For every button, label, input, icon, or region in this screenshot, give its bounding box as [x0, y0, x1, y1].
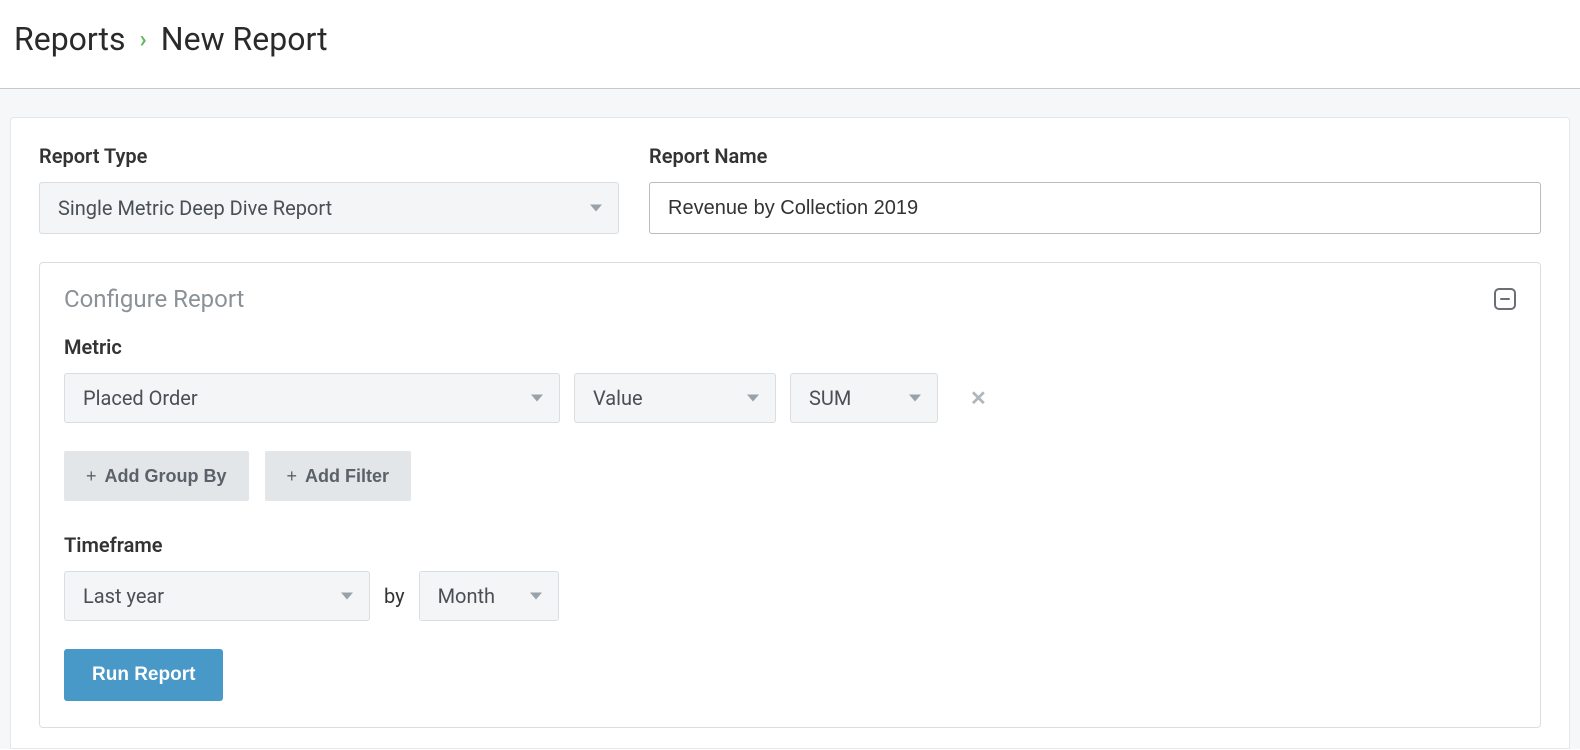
breadcrumb-root[interactable]: Reports	[14, 20, 126, 58]
top-row: Report Type Single Metric Deep Dive Repo…	[39, 144, 1541, 234]
configure-panel: Configure Report Metric Placed Order Val…	[39, 262, 1541, 728]
page-body: Report Type Single Metric Deep Dive Repo…	[0, 89, 1580, 749]
remove-metric-button[interactable]: ✕	[970, 386, 987, 410]
report-type-field: Report Type Single Metric Deep Dive Repo…	[39, 144, 619, 234]
add-group-by-button[interactable]: + Add Group By	[64, 451, 249, 501]
run-report-button[interactable]: Run Report	[64, 649, 223, 701]
report-card: Report Type Single Metric Deep Dive Repo…	[10, 117, 1570, 749]
metric-agg-value: SUM	[809, 386, 851, 410]
caret-down-icon	[909, 395, 921, 402]
metric-row: Placed Order Value SUM ✕	[64, 373, 1516, 423]
timeframe-interval-select[interactable]: Month	[419, 571, 559, 621]
report-name-label: Report Name	[649, 144, 1541, 168]
metric-event-value: Placed Order	[83, 386, 198, 410]
metric-property-value: Value	[593, 386, 643, 410]
close-icon: ✕	[970, 386, 987, 410]
breadcrumb: Reports › New Report	[14, 20, 1566, 58]
report-type-value: Single Metric Deep Dive Report	[58, 196, 332, 220]
report-name-field: Report Name	[649, 144, 1541, 234]
panel-title: Configure Report	[64, 285, 244, 313]
add-filter-button[interactable]: + Add Filter	[265, 451, 412, 501]
minus-icon	[1500, 298, 1510, 300]
report-type-label: Report Type	[39, 144, 619, 168]
collapse-button[interactable]	[1494, 288, 1516, 310]
timeframe-interval-value: Month	[438, 584, 495, 608]
metric-label: Metric	[64, 335, 1516, 359]
chevron-right-icon: ›	[140, 25, 147, 53]
metric-action-buttons: + Add Group By + Add Filter	[64, 451, 1516, 501]
add-filter-label: Add Filter	[305, 466, 389, 487]
metric-event-select[interactable]: Placed Order	[64, 373, 560, 423]
timeframe-row: Last year by Month	[64, 571, 1516, 621]
plus-icon: +	[86, 466, 97, 487]
add-group-by-label: Add Group By	[105, 466, 227, 487]
caret-down-icon	[531, 395, 543, 402]
timeframe-label: Timeframe	[64, 533, 1516, 557]
report-type-select[interactable]: Single Metric Deep Dive Report	[39, 182, 619, 234]
timeframe-range-select[interactable]: Last year	[64, 571, 370, 621]
metric-agg-select[interactable]: SUM	[790, 373, 938, 423]
caret-down-icon	[341, 593, 353, 600]
page-header: Reports › New Report	[0, 0, 1580, 88]
metric-property-select[interactable]: Value	[574, 373, 776, 423]
caret-down-icon	[590, 205, 602, 212]
caret-down-icon	[747, 395, 759, 402]
by-text: by	[384, 584, 405, 608]
report-name-input[interactable]	[649, 182, 1541, 234]
breadcrumb-current: New Report	[161, 20, 328, 58]
caret-down-icon	[530, 593, 542, 600]
panel-header: Configure Report	[64, 285, 1516, 313]
plus-icon: +	[287, 466, 298, 487]
timeframe-range-value: Last year	[83, 584, 164, 608]
